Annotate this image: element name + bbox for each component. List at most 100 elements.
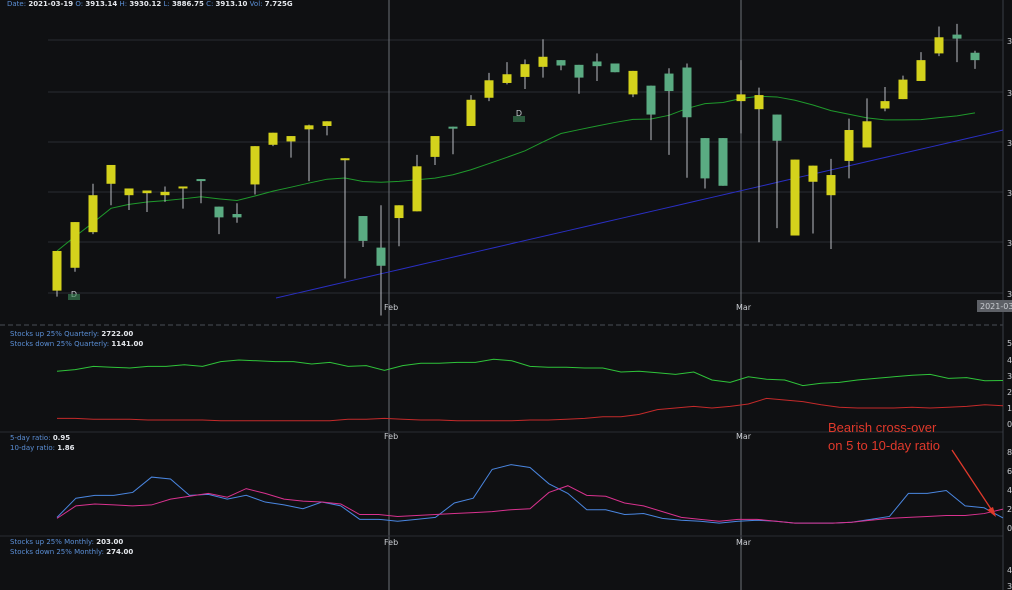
xaxis-label-mar-3: Mar bbox=[736, 538, 752, 547]
candle-body bbox=[70, 222, 80, 268]
open-label: O: bbox=[75, 0, 84, 8]
candle-body bbox=[862, 121, 872, 148]
price-tick: 3 bbox=[1007, 290, 1012, 299]
candle-body bbox=[106, 164, 116, 184]
candle-body bbox=[268, 132, 278, 145]
candle-body bbox=[592, 61, 602, 67]
close-label: C: bbox=[206, 0, 214, 8]
candle-body bbox=[124, 188, 134, 196]
candle-body bbox=[790, 159, 800, 236]
candle-body bbox=[412, 166, 422, 212]
candle-body bbox=[142, 190, 152, 194]
candle-body bbox=[484, 80, 494, 98]
r-tick: 6 bbox=[1007, 467, 1012, 476]
candle-body bbox=[736, 94, 746, 102]
candle-body bbox=[502, 74, 512, 83]
quarterly-up-legend: Stocks up 25% Quarterly: 2722.00 bbox=[10, 330, 133, 338]
r-tick: 8 bbox=[1007, 448, 1012, 457]
monthly-down-legend: Stocks down 25% Monthly: 274.00 bbox=[10, 548, 133, 556]
candle-body bbox=[646, 85, 656, 115]
candle-body bbox=[664, 73, 674, 92]
xaxis-label-mar: Mar bbox=[736, 303, 752, 312]
candle-body bbox=[718, 138, 728, 186]
candle-body bbox=[358, 216, 368, 241]
candle-body bbox=[700, 138, 710, 179]
quarterly-down-value: 1141.00 bbox=[111, 340, 144, 348]
candle-body bbox=[880, 101, 890, 109]
candle-body bbox=[574, 64, 584, 78]
marker-d-1-box bbox=[68, 294, 80, 300]
r-tick: 0 bbox=[1007, 524, 1012, 533]
candle-body bbox=[826, 175, 836, 196]
candle-body bbox=[970, 52, 980, 61]
candle-body bbox=[772, 114, 782, 141]
quarterly-down-line bbox=[57, 397, 1004, 422]
stock-chart[interactable]: D D Feb Mar Feb Mar Feb Mar 2021-03 3 3 … bbox=[0, 0, 1012, 590]
price-yaxis: 3 3 3 3 3 3 bbox=[1007, 37, 1012, 299]
long-moving-average-line bbox=[275, 129, 1004, 299]
xaxis-label-mar-2: Mar bbox=[736, 432, 752, 441]
marker-d-2-box bbox=[513, 116, 525, 122]
candle-body bbox=[232, 214, 242, 218]
candle-body bbox=[196, 179, 206, 182]
monthly-down-label: Stocks down 25% Monthly: bbox=[10, 548, 105, 556]
q-tick: 5 bbox=[1007, 339, 1012, 348]
price-tick: 3 bbox=[1007, 89, 1012, 98]
quarterly-up-line bbox=[56, 358, 1004, 387]
candle-body bbox=[376, 247, 386, 266]
ratio-yaxis: 8 6 4 2 0 bbox=[1007, 448, 1012, 533]
quarterly-up-value: 2722.00 bbox=[101, 330, 134, 338]
candle-body bbox=[808, 165, 818, 182]
candle-body bbox=[178, 186, 188, 189]
candle-body bbox=[916, 60, 926, 81]
r-tick: 4 bbox=[1007, 486, 1012, 495]
five-day-label: 5-day ratio: bbox=[10, 434, 51, 442]
candle-body bbox=[628, 70, 638, 95]
candle-body bbox=[250, 146, 260, 185]
monthly-yaxis: 4 3 bbox=[1007, 566, 1012, 590]
monthly-down-value: 274.00 bbox=[106, 548, 134, 556]
candle-body bbox=[844, 130, 854, 161]
five-day-legend: 5-day ratio: 0.95 bbox=[10, 434, 70, 442]
five-day-ratio-line bbox=[56, 464, 1004, 524]
quarterly-yaxis: 5 4 3 2 1 0 bbox=[1007, 339, 1012, 429]
candle-body bbox=[286, 136, 296, 142]
ten-day-legend: 10-day ratio: 1.86 bbox=[10, 444, 75, 452]
ohlc-header: Date: 2021-03-19 O: 3913.14 H: 3930.12 L… bbox=[7, 0, 293, 8]
m-tick: 4 bbox=[1007, 566, 1012, 575]
monthly-up-value: 203.00 bbox=[96, 538, 124, 546]
high-value: 3930.12 bbox=[129, 0, 162, 8]
annotation-line-1: Bearish cross-over bbox=[828, 420, 937, 435]
monthly-up-legend: Stocks up 25% Monthly: 203.00 bbox=[10, 538, 123, 546]
candle-body bbox=[340, 158, 350, 161]
candle-body bbox=[934, 37, 944, 54]
low-value: 3886.75 bbox=[171, 0, 204, 8]
ten-day-label: 10-day ratio: bbox=[10, 444, 56, 452]
candle-body bbox=[682, 67, 692, 118]
candle-body bbox=[898, 79, 908, 100]
candle-body bbox=[610, 63, 620, 73]
vol-label: Vol: bbox=[249, 0, 263, 8]
date-value: 2021-03-19 bbox=[28, 0, 74, 8]
price-tick: 3 bbox=[1007, 189, 1012, 198]
candle-body bbox=[556, 60, 566, 66]
quarterly-down-label: Stocks down 25% Quarterly: bbox=[10, 340, 110, 348]
candle-body bbox=[322, 121, 332, 126]
five-day-value: 0.95 bbox=[52, 434, 71, 442]
candle-body bbox=[466, 99, 476, 126]
xaxis-label-feb-3: Feb bbox=[384, 538, 398, 547]
xaxis-label-feb: Feb bbox=[384, 303, 398, 312]
low-label: L: bbox=[163, 0, 170, 8]
quarterly-up-label: Stocks up 25% Quarterly: bbox=[10, 330, 100, 338]
q-tick: 1 bbox=[1007, 404, 1012, 413]
ten-day-ratio-line bbox=[56, 485, 1004, 524]
quarterly-down-legend: Stocks down 25% Quarterly: 1141.00 bbox=[10, 340, 143, 348]
annotation-line-2: on 5 to 10-day ratio bbox=[828, 438, 941, 453]
price-tick: 3 bbox=[1007, 139, 1012, 148]
candle-body bbox=[160, 191, 170, 196]
monthly-up-label: Stocks up 25% Monthly: bbox=[10, 538, 95, 546]
date-badge: 2021-03 bbox=[980, 302, 1012, 311]
r-tick: 2 bbox=[1007, 505, 1012, 514]
date-label: Date: bbox=[7, 0, 27, 8]
close-value: 3913.10 bbox=[215, 0, 248, 8]
